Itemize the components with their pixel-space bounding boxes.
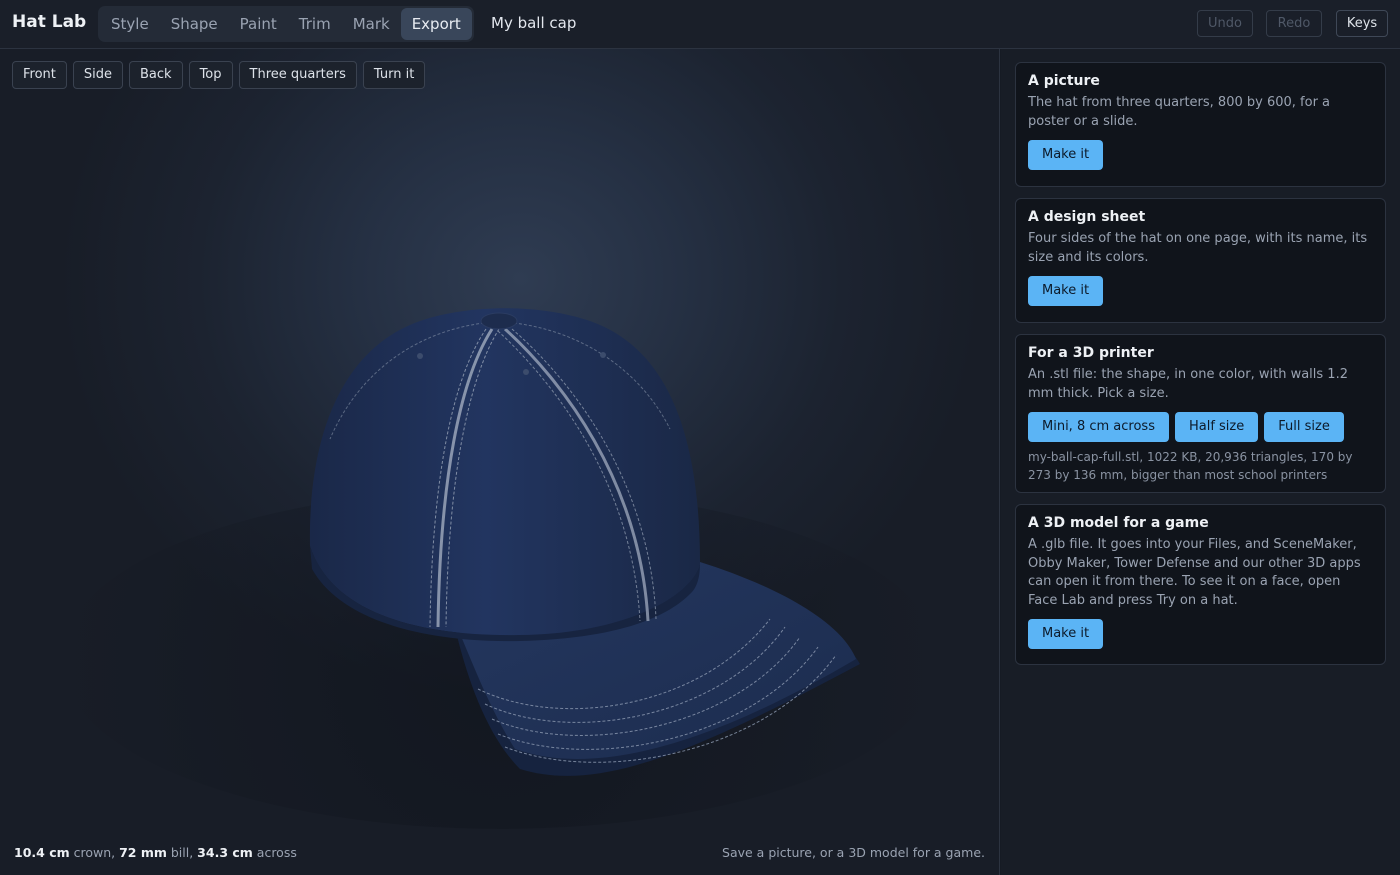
status-hint: Save a picture, or a 3D model for a game… <box>722 845 985 860</box>
view-side-button[interactable]: Side <box>72 61 124 89</box>
across-label: across <box>252 845 297 860</box>
printer-title: For a 3D printer <box>1028 345 1154 361</box>
undo-button[interactable]: Undo <box>1197 10 1253 37</box>
top-button <box>480 312 518 330</box>
keys-button[interactable]: Keys <box>1336 10 1388 37</box>
game-model-title: A 3D model for a game <box>1028 515 1209 531</box>
tab-mark[interactable]: Mark <box>342 8 401 40</box>
bill-label: bill, <box>166 845 198 860</box>
hat-crown <box>309 308 700 636</box>
view-buttons: Front Side Back Top Three quarters Turn … <box>12 61 426 89</box>
full-size-button[interactable]: Full size <box>1264 412 1344 442</box>
half-size-button[interactable]: Half size <box>1174 412 1259 442</box>
top-bar: Hat Lab Style Shape Paint Trim Mark Expo… <box>0 0 1400 49</box>
view-front-button[interactable]: Front <box>12 61 67 89</box>
design-sheet-card: A design sheet Four sides of the hat on … <box>1015 198 1386 323</box>
view-back-button[interactable]: Back <box>129 61 183 89</box>
hat-measurements: 10.4 cm crown, 72 mm bill, 34.3 cm acros… <box>14 845 297 860</box>
stl-file-info: my-ball-cap-full.stl, 1022 KB, 20,936 tr… <box>1028 450 1353 482</box>
make-design-sheet-button[interactable]: Make it <box>1028 276 1104 306</box>
across-size: 34.3 cm <box>197 845 253 860</box>
crown-size: 10.4 cm <box>14 845 70 860</box>
printer-description: An .stl file: the shape, in one color, w… <box>1028 367 1348 401</box>
hat-viewport[interactable]: Front Side Back Top Three quarters Turn … <box>0 49 1000 875</box>
view-three-quarters-button[interactable]: Three quarters <box>238 61 357 89</box>
tab-export[interactable]: Export <box>400 8 472 40</box>
app-title: Hat Lab <box>12 12 87 32</box>
make-game-model-button[interactable]: Make it <box>1028 619 1104 649</box>
printer-card: For a 3D printer An .stl file: the shape… <box>1015 334 1386 493</box>
crown-label: crown, <box>69 845 120 860</box>
eyelet <box>523 369 529 375</box>
picture-card: A picture The hat from three quarters, 8… <box>1015 62 1386 187</box>
turn-it-button[interactable]: Turn it <box>362 61 426 89</box>
make-picture-button[interactable]: Make it <box>1028 140 1104 170</box>
eyelet <box>417 353 423 359</box>
picture-description: The hat from three quarters, 800 by 600,… <box>1028 95 1331 129</box>
ball-cap-model[interactable] <box>0 49 1000 875</box>
design-sheet-title: A design sheet <box>1028 209 1146 225</box>
mini-size-button[interactable]: Mini, 8 cm across <box>1028 412 1169 442</box>
game-model-description: A .glb file. It goes into your Files, an… <box>1028 537 1361 608</box>
tab-paint[interactable]: Paint <box>229 8 288 40</box>
mode-tabs: Style Shape Paint Trim Mark Export <box>98 6 474 42</box>
eyelet <box>600 352 606 358</box>
picture-title: A picture <box>1028 73 1100 89</box>
design-sheet-description: Four sides of the hat on one page, with … <box>1028 231 1368 265</box>
tab-style[interactable]: Style <box>100 8 160 40</box>
view-top-button[interactable]: Top <box>188 61 233 89</box>
redo-button[interactable]: Redo <box>1266 10 1322 37</box>
export-panel: A picture The hat from three quarters, 8… <box>1001 49 1400 875</box>
document-name[interactable]: My ball cap <box>491 14 576 32</box>
tab-shape[interactable]: Shape <box>160 8 229 40</box>
tab-trim[interactable]: Trim <box>288 8 342 40</box>
game-model-card: A 3D model for a game A .glb file. It go… <box>1015 504 1386 665</box>
bill-size: 72 mm <box>119 845 167 860</box>
